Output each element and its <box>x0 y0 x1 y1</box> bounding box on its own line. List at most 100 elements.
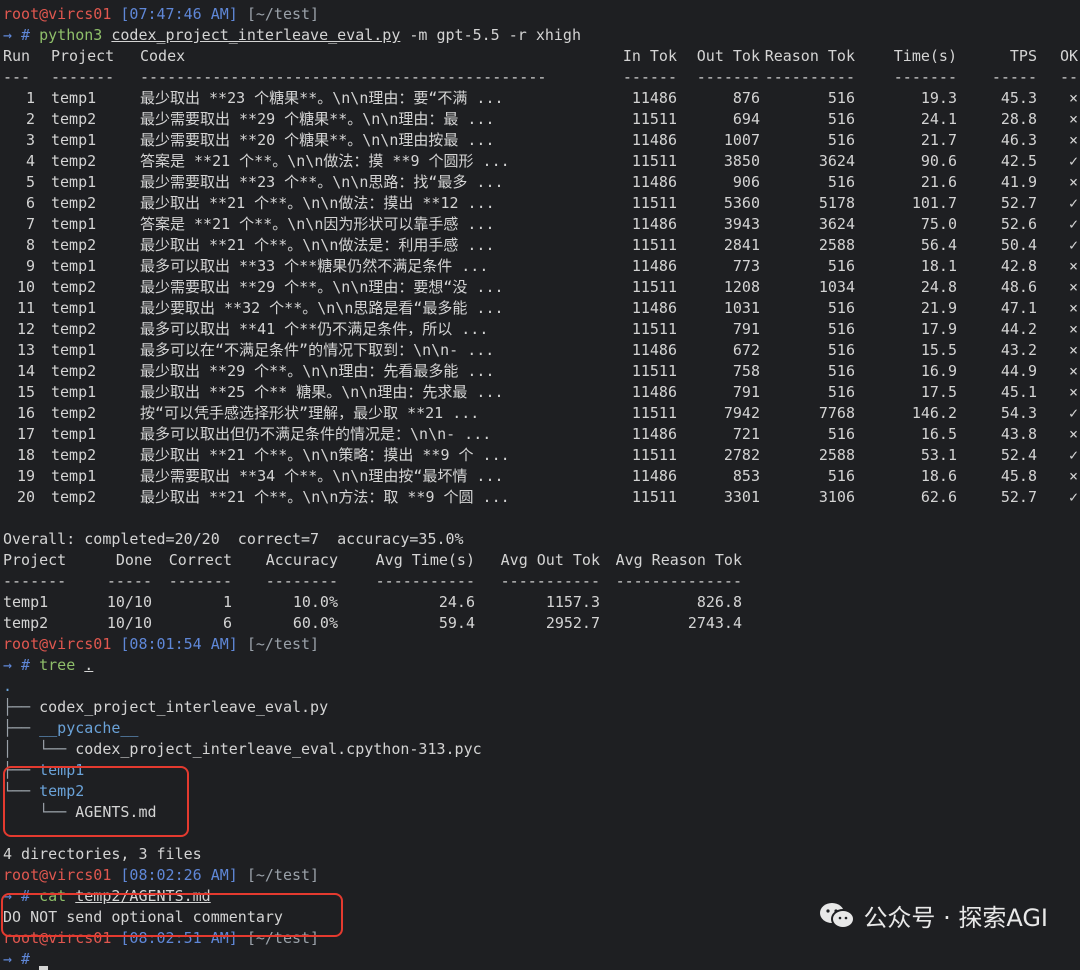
sep: ----------------------------------------… <box>140 68 547 86</box>
tree-branch: ├── <box>3 698 40 716</box>
tree-item: │ └── codex_project_interleave_eval.cpyt… <box>3 739 1080 760</box>
table-cell: 11511 <box>631 320 677 338</box>
table-cell: 516 <box>827 299 855 317</box>
table-cell: × <box>1068 110 1078 128</box>
table-cell: 826.8 <box>696 593 742 611</box>
table-cell: 最少取出 **21 个**。\n\n方法：取 **9 个圆 ... <box>140 488 510 506</box>
file-name: codex_project_interleave_eval.py <box>39 698 329 716</box>
sep: ------- <box>51 68 115 86</box>
table-cell: 11486 <box>631 131 677 149</box>
table-row: 9 temp1 最多可以取出 **33 个**糖果仍然不满足条件 ... 11486 7… <box>3 256 1080 277</box>
table-cell: 50.4 <box>1000 236 1037 254</box>
table-cell: 3106 <box>818 488 855 506</box>
tree-branch: ├── <box>3 719 40 737</box>
table-cell: 28.8 <box>1000 110 1037 128</box>
table-cell: 2841 <box>723 236 760 254</box>
table-cell: 11486 <box>631 341 677 359</box>
table-cell: 最多可以取出 **41 个**仍不满足条件，所以 ... <box>140 320 489 338</box>
table-cell: 53.1 <box>920 446 957 464</box>
table-cell: 11486 <box>631 89 677 107</box>
table-cell: × <box>1068 362 1078 380</box>
table-cell: 758 <box>732 362 760 380</box>
table-cell: 17.9 <box>920 320 957 338</box>
watermark-text: 公众号 · 探索AGI <box>863 904 1048 932</box>
table-cell: 19.3 <box>920 89 957 107</box>
table-cell: × <box>1068 299 1078 317</box>
table-cell: temp1 <box>51 89 97 107</box>
table-cell: 11486 <box>631 425 677 443</box>
table-cell: × <box>1068 467 1078 485</box>
table-row: 3 temp1 最少需要取出 **20 个糖果**。\n\n理由按最 ... 1148… <box>3 130 1080 151</box>
table-cell: 16.5 <box>920 425 957 443</box>
table-cell: 10.0% <box>292 593 338 611</box>
table-cell: 11486 <box>631 215 677 233</box>
table-cell: × <box>1068 131 1078 149</box>
tree-item: ├── temp1 <box>3 760 1080 781</box>
table-cell: 516 <box>827 110 855 128</box>
table-cell: 90.6 <box>920 152 957 170</box>
terminal-window[interactable]: root@vircs01 [07:47:46 AM] [~/test] → # … <box>0 0 1080 970</box>
table-cell: 10 <box>16 278 35 296</box>
table-cell: 11511 <box>631 152 677 170</box>
table-row: 13 temp1 最多可以在“不满足条件”的情况下取到：\n\n- ... 11486… <box>3 340 1080 361</box>
table-row: temp1 10/10 1 10.0% 24.6 1157.3 826.8 <box>3 592 1080 613</box>
table-row: 6 temp2 最少取出 **21 个**。\n\n做法：摸出 **12 ... 11… <box>3 193 1080 214</box>
table-cell: × <box>1068 383 1078 401</box>
table-cell: 1 <box>25 89 35 107</box>
sep: ----------- <box>375 572 475 590</box>
tree-item: └── temp2 <box>3 781 1080 802</box>
table-cell: 42.8 <box>1000 257 1037 275</box>
table-cell: 最多可以取出但仍不满足条件的情况是：\n\n- ... <box>140 425 492 443</box>
table-cell: 48.6 <box>1000 278 1037 296</box>
sep: ----------- <box>500 572 600 590</box>
table-cell: 1157.3 <box>545 593 600 611</box>
table-cell: 516 <box>827 383 855 401</box>
prompt-dir: [~/test] <box>246 929 320 947</box>
col-project: Project <box>51 47 115 65</box>
table-row: 16 temp2 按“可以凭手感选择形状”理解，最少取 **21 ... 11511 7… <box>3 403 1080 424</box>
table-cell: 4 <box>25 152 35 170</box>
table-cell: 12 <box>16 320 35 338</box>
table-cell: 46.3 <box>1000 131 1037 149</box>
table-cell: 答案是 **21 个**。\n\n因为形状可以靠手感 ... <box>140 215 495 233</box>
table-cell: 2 <box>25 110 35 128</box>
table-cell: 16 <box>16 404 35 422</box>
table-cell: temp2 <box>51 446 97 464</box>
command-args: -m gpt-5.5 -r xhigh <box>409 26 581 44</box>
table-cell: 11511 <box>631 362 677 380</box>
command-line: → # python3 codex_project_interleave_eva… <box>3 25 1080 46</box>
table-cell: 2782 <box>723 446 760 464</box>
table-cell: temp2 <box>51 194 97 212</box>
table-cell: 17 <box>16 425 35 443</box>
input-line[interactable]: → # <box>3 949 1080 970</box>
tree-root: . <box>3 677 13 695</box>
table-cell: 52.7 <box>1000 488 1037 506</box>
sep: -------- <box>265 572 338 590</box>
table-cell: 3301 <box>723 488 760 506</box>
tree-branch: └── <box>3 782 40 800</box>
table-cell: 3943 <box>723 215 760 233</box>
run-table-header: Run Project Codex In Tok Out Tok Reason … <box>3 46 1080 67</box>
table-cell: × <box>1068 89 1078 107</box>
table-cell: 17.5 <box>920 383 957 401</box>
prompt-arrow: → # <box>3 656 31 674</box>
table-cell: 21.7 <box>920 131 957 149</box>
prompt-arrow: → # <box>3 26 31 44</box>
tree-branch: │ └── <box>3 740 76 758</box>
col-ok: OK <box>1059 47 1078 65</box>
table-cell: 最少取出 **21 个**。\n\n做法：摸出 **12 ... <box>140 194 495 212</box>
table-cell: 3624 <box>818 215 855 233</box>
table-cell: ✓ <box>1068 488 1078 506</box>
col-avg-out: Avg Out Tok <box>500 551 600 569</box>
table-cell: × <box>1068 425 1078 443</box>
sep: ------- <box>168 572 232 590</box>
table-cell: 60.0% <box>292 614 338 632</box>
table-cell: ✓ <box>1068 446 1078 464</box>
table-row: 14 temp2 最少取出 **29 个**。\n\n理由：先看最多能 ... 115… <box>3 361 1080 382</box>
col-done: Done <box>115 551 152 569</box>
table-cell: 最少需要取出 **34 个**。\n\n理由按“最坏情 ... <box>140 467 504 485</box>
prompt-user-host: root@vircs01 <box>3 929 112 947</box>
watermark: 公众号 · 探索AGI <box>819 898 1048 933</box>
table-cell: temp2 <box>51 488 97 506</box>
table-row: temp2 10/10 6 60.0% 59.4 2952.7 2743.4 <box>3 613 1080 634</box>
